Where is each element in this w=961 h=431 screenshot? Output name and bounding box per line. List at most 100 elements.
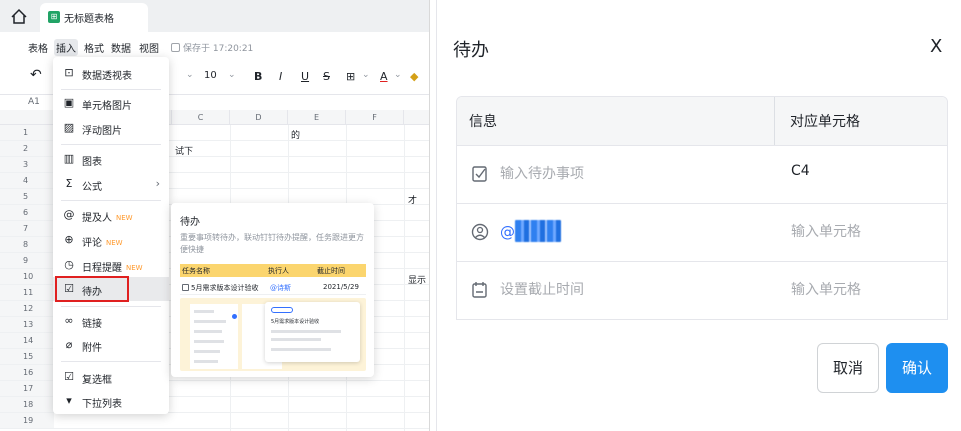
menu-item-floating-image[interactable]: ▨ 浮动图片 — [53, 116, 169, 140]
fill-color-icon[interactable]: ◆ — [410, 70, 418, 83]
menu-item-formula[interactable]: Σ 公式 › — [53, 172, 169, 196]
menu-view[interactable]: 视图 — [139, 40, 159, 55]
row-number[interactable]: 4 — [0, 173, 54, 189]
row-number[interactable]: 7 — [0, 221, 54, 237]
row-number[interactable]: 17 — [0, 381, 54, 397]
menu-item-chart[interactable]: ▥ 图表 — [53, 147, 169, 171]
row-number[interactable]: 13 — [0, 317, 54, 333]
confirm-button[interactable]: 确认 — [886, 343, 948, 393]
chevron-down-icon[interactable]: ⌄ — [228, 70, 236, 80]
preview-sidebar — [190, 304, 238, 369]
chevron-right-icon: › — [155, 177, 160, 190]
reminder-icon: ◷ — [64, 258, 74, 271]
menu-insert[interactable]: 插入 — [54, 39, 78, 56]
checkbox-icon: ☑ — [64, 370, 74, 383]
row-number[interactable]: 3 — [0, 157, 54, 173]
row-number[interactable]: 8 — [0, 237, 54, 253]
menu-divider — [61, 144, 161, 145]
calendar-icon — [471, 280, 489, 300]
assignee-row: @ 输入单元格 — [457, 203, 947, 261]
document-tab[interactable]: ⊞ 无标题表格 — [40, 3, 148, 32]
row-number[interactable]: 1 — [0, 125, 54, 141]
close-button[interactable]: X — [930, 36, 942, 57]
cell-image-icon: ▣ — [63, 96, 75, 109]
spreadsheet-panel: ⊞ 无标题表格 表格 插入 格式 数据 视图 保存于 17:20:21 ↶ ⌄ … — [0, 0, 430, 431]
new-badge: NEW — [126, 264, 143, 272]
border-icon[interactable]: ⊞ — [346, 70, 355, 83]
cell-reference[interactable]: A1 — [28, 97, 40, 107]
row-number[interactable]: 19 — [0, 413, 54, 429]
todo-item-input[interactable]: 输入待办事项 — [500, 163, 584, 183]
document-title: 无标题表格 — [64, 14, 114, 25]
row-number[interactable]: 9 — [0, 253, 54, 269]
menu-item-link[interactable]: ∞ 链接 — [53, 309, 169, 333]
cell-value[interactable]: 才 — [408, 193, 417, 206]
chevron-down-icon[interactable]: ⌄ — [394, 70, 402, 80]
row-number[interactable]: 10 — [0, 269, 54, 285]
cell-value[interactable]: 试下 — [175, 144, 193, 157]
underline-button[interactable]: U — [301, 70, 309, 83]
todo-item-cell-input[interactable]: C4 — [791, 163, 810, 179]
todo-form-table: 信息 对应单元格 输入待办事项 C4 @ 输入单元格 设置截止时间 输入单元格 — [456, 96, 948, 320]
font-color-button[interactable]: A — [380, 70, 388, 83]
chevron-down-icon[interactable]: ⌄ — [186, 70, 194, 80]
preview-screenshot: 5月需求版本设计验收 — [180, 298, 366, 371]
row-number[interactable]: 6 — [0, 205, 54, 221]
row-number[interactable]: 2 — [0, 141, 54, 157]
new-badge: NEW — [106, 239, 123, 247]
cancel-button[interactable]: 取消 — [817, 343, 879, 393]
assignee-mention[interactable]: @ — [500, 220, 561, 244]
deadline-row: 设置截止时间 输入单元格 — [457, 261, 947, 319]
menu-item-attachment[interactable]: ⌀ 附件 — [53, 333, 169, 357]
new-badge: NEW — [116, 214, 133, 222]
pivot-table-icon: ⊡ — [64, 66, 74, 79]
undo-icon[interactable]: ↶ — [30, 67, 42, 83]
column-header[interactable] — [404, 110, 429, 125]
menu-item-comment[interactable]: ⊕ 评论 NEW — [53, 228, 169, 252]
cell-value[interactable]: 的 — [291, 128, 300, 141]
font-size-select[interactable]: 10 — [204, 70, 217, 81]
row-number[interactable]: 14 — [0, 333, 54, 349]
chevron-down-icon[interactable]: ⌄ — [362, 70, 370, 80]
row-number[interactable]: 5 — [0, 189, 54, 205]
row-number[interactable]: 16 — [0, 365, 54, 381]
comment-icon: ⊕ — [64, 233, 74, 246]
todo-preview-tooltip: 待办 重要事项转待办，联动钉钉待办提醒，任务跟进更方便快捷 任务名称 执行人 截… — [171, 203, 374, 377]
deadline-cell-input[interactable]: 输入单元格 — [791, 279, 861, 299]
chart-icon: ▥ — [63, 152, 75, 165]
menu-table[interactable]: 表格 — [28, 40, 48, 55]
header-info: 信息 — [469, 114, 497, 130]
checkbox-icon — [182, 284, 189, 291]
italic-button[interactable]: I — [279, 70, 282, 83]
row-number[interactable]: 15 — [0, 349, 54, 365]
column-header[interactable]: D — [230, 110, 288, 125]
menu-item-cell-image[interactable]: ▣ 单元格图片 — [53, 91, 169, 115]
menu-item-dropdown-list[interactable]: ▾ 下拉列表 — [53, 389, 169, 413]
assignee-cell-input[interactable]: 输入单元格 — [791, 221, 861, 241]
column-header[interactable]: E — [288, 110, 346, 125]
attachment-icon: ⌀ — [65, 338, 73, 351]
cell-value[interactable]: 显示 — [408, 273, 426, 286]
menu-item-checkbox[interactable]: ☑ 复选框 — [53, 365, 169, 389]
preview-description: 重要事项转待办，联动钉钉待办提醒，任务跟进更方便快捷 — [180, 233, 364, 254]
deadline-input[interactable]: 设置截止时间 — [500, 279, 584, 299]
row-number[interactable]: 18 — [0, 397, 54, 413]
menu-item-reminder[interactable]: ◷ 日程提醒 NEW — [53, 253, 169, 277]
menu-format[interactable]: 格式 — [84, 40, 104, 55]
bold-button[interactable]: B — [254, 70, 262, 83]
menu-item-pivot-table[interactable]: ⊡ 数据透视表 — [53, 61, 169, 85]
home-icon[interactable] — [8, 6, 30, 28]
preview-dot — [232, 314, 237, 319]
row-number[interactable]: 11 — [0, 285, 54, 301]
corner-header[interactable] — [0, 110, 54, 125]
menu-data[interactable]: 数据 — [111, 40, 131, 55]
menu-item-mention[interactable]: @ 提及人 NEW — [53, 203, 169, 227]
menu-divider — [61, 89, 161, 90]
column-header[interactable]: F — [346, 110, 404, 125]
strikethrough-button[interactable]: S — [323, 70, 330, 83]
column-header[interactable]: C — [172, 110, 230, 125]
redacted-name — [515, 220, 561, 242]
row-number[interactable]: 12 — [0, 301, 54, 317]
link-icon: ∞ — [64, 314, 74, 327]
table-row[interactable] — [54, 413, 429, 429]
